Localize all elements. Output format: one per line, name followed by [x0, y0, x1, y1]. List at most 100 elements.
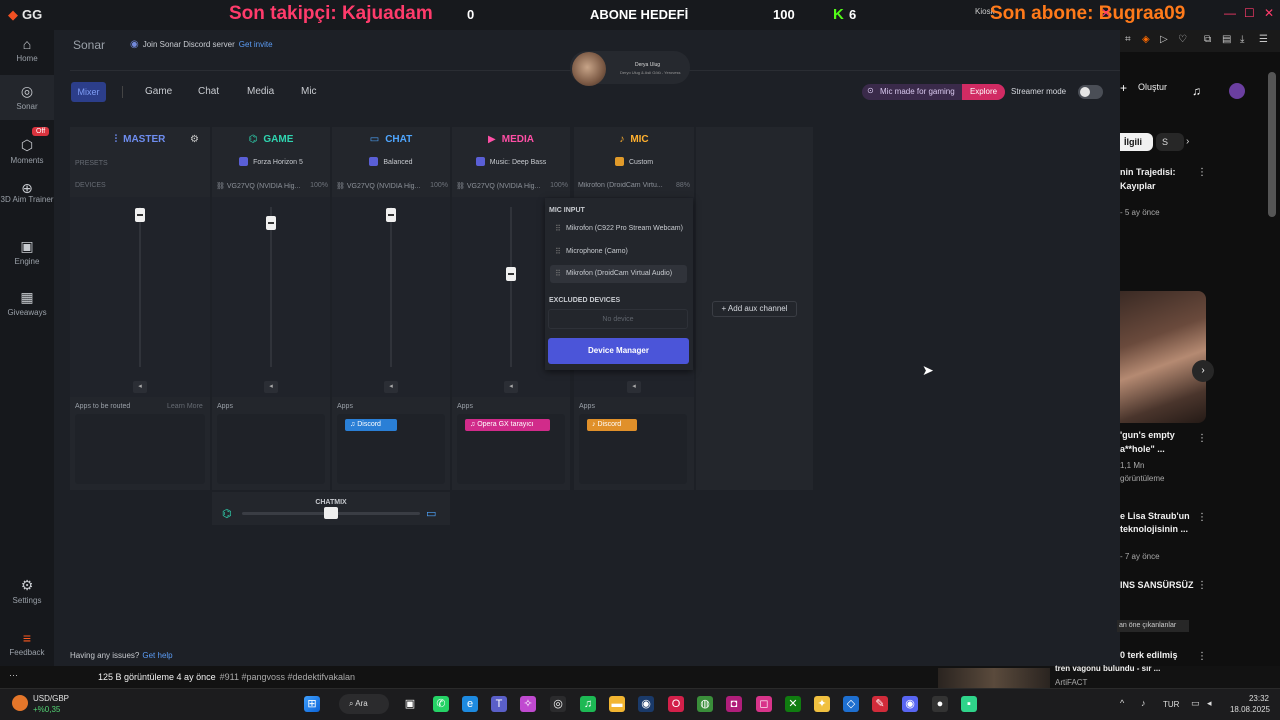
device-manager-button[interactable]: Device Manager	[548, 338, 689, 364]
opera-icon[interactable]: O	[668, 696, 684, 712]
edge-icon[interactable]: e	[462, 696, 478, 712]
chat-volume-slider[interactable]	[386, 208, 396, 222]
app-icon[interactable]: ●	[932, 696, 948, 712]
chip-other[interactable]: S	[1156, 133, 1184, 151]
mic-device[interactable]: Mikrofon (DroidCam Virtu... 88%	[578, 182, 690, 189]
clock-date[interactable]: 18.08.2025	[1222, 705, 1270, 714]
monitor-icon[interactable]: ▭	[1191, 698, 1200, 709]
chevron-up-icon[interactable]: ^	[1120, 698, 1124, 708]
app-icon[interactable]: ▪	[961, 696, 977, 712]
sidebar-item-settings[interactable]: ⚙ Settings	[0, 577, 54, 605]
video-title[interactable]: tren vagonu bulundu - sır ...	[1055, 664, 1160, 673]
media-mute-icon[interactable]: ◂	[504, 381, 518, 393]
highlight-chip[interactable]: an öne çıkanlanlar	[1117, 620, 1189, 632]
video-title[interactable]: nin Trajedisi:	[1120, 167, 1176, 177]
video-thumbnail[interactable]	[938, 668, 1050, 688]
video-title[interactable]: a**hole" ...	[1120, 444, 1165, 454]
get-invite-link[interactable]: Get invite	[239, 40, 273, 49]
more-icon[interactable]: ⋮	[1197, 651, 1207, 662]
create-button[interactable]: Oluştur	[1138, 82, 1167, 92]
more-icon[interactable]: ⋮	[1197, 512, 1207, 523]
chatmix-slider[interactable]	[324, 507, 338, 519]
sonar-icon[interactable]: ◎	[550, 696, 566, 712]
mic-input-option[interactable]: Mikrofon (C922 Pro Stream Webcam)	[550, 220, 687, 238]
chevron-right-icon[interactable]: ›	[1186, 136, 1189, 147]
video-title[interactable]: INS SANSÜRSÜZ	[1120, 580, 1194, 590]
master-mute-icon[interactable]: ◂	[133, 381, 147, 393]
sidebar-item-aim-trainer[interactable]: ⊕ 3D Aim Trainer	[0, 181, 54, 204]
taskbar-search[interactable]: ⌕ Ara	[339, 694, 389, 714]
bag-icon[interactable]: ▤	[1222, 34, 1231, 45]
sidebar-item-home[interactable]: ⌂ Home	[0, 36, 54, 63]
video-title[interactable]: Kayıplar	[1120, 181, 1156, 191]
master-settings-icon[interactable]: ⚙	[190, 134, 199, 145]
whatsapp-icon[interactable]: ✆	[433, 696, 449, 712]
video-title[interactable]: 'gun's empty	[1120, 430, 1175, 440]
chat-device[interactable]: ⛓ VG27VQ (NVIDIA Hig... 100%	[336, 182, 448, 190]
download-icon[interactable]: ⤓	[1240, 34, 1244, 45]
steam-icon[interactable]: ◉	[638, 696, 654, 712]
avatar[interactable]	[1229, 83, 1245, 99]
sidebar-item-engine[interactable]: ▣ Engine	[0, 238, 54, 266]
instagram-icon[interactable]: ◻	[756, 696, 772, 712]
tab-mic[interactable]: Mic	[301, 86, 317, 97]
sidebar-item-moments[interactable]: ⬡ Moments	[0, 137, 54, 165]
task-view-icon[interactable]: ▣	[402, 696, 418, 712]
add-aux-channel-button[interactable]: + Add aux channel	[712, 301, 797, 317]
volume-icon[interactable]: ◂	[1207, 698, 1212, 709]
mic-mute-icon[interactable]: ◂	[627, 381, 641, 393]
vscode-icon[interactable]: ◇	[843, 696, 859, 712]
clock-time[interactable]: 23:32	[1229, 694, 1269, 703]
video-title[interactable]: teknolojisinin ...	[1120, 524, 1188, 534]
video-tags[interactable]: #911 #pangvoss #dedektifvakalan	[220, 672, 355, 682]
app-icon[interactable]: ◘	[726, 696, 742, 712]
game-device[interactable]: ⛓ VG27VQ (NVIDIA Hig... 100%	[216, 182, 328, 190]
video-title[interactable]: e Lisa Straub'un	[1120, 511, 1190, 521]
learn-more-link[interactable]: Learn More	[167, 403, 203, 410]
more-icon[interactable]: ⋮	[1197, 580, 1207, 591]
master-volume-slider[interactable]	[135, 208, 145, 222]
spotify-icon[interactable]: ♫	[580, 696, 596, 712]
chat-mute-icon[interactable]: ◂	[384, 381, 398, 393]
sidebar-item-sonar[interactable]: ◎ Sonar	[0, 75, 54, 120]
heart-icon[interactable]: ♡	[1178, 34, 1187, 45]
obs-icon[interactable]: ✎	[872, 696, 888, 712]
close-icon[interactable]: ✕	[1101, 6, 1111, 20]
maximize-icon[interactable]: ☐	[1244, 6, 1255, 20]
folder-icon[interactable]: ▬	[609, 696, 625, 712]
more-icon[interactable]: ···	[9, 670, 18, 680]
language-indicator[interactable]: TUR	[1163, 700, 1179, 709]
chip-related[interactable]: İlgili	[1120, 133, 1153, 151]
menu-icon[interactable]: ☰	[1259, 34, 1268, 45]
chat-preset[interactable]: Balanced	[332, 157, 450, 166]
tab-media[interactable]: Media	[247, 86, 274, 97]
bulb-icon[interactable]: ✦	[814, 696, 830, 712]
media-app-opera[interactable]: ♫ Opera GX tarayıcı	[465, 419, 550, 431]
video-title[interactable]: 0 terk edilmiş	[1120, 650, 1178, 660]
media-device[interactable]: ⛓ VG27VQ (NVIDIA Hig... 100%	[456, 182, 568, 190]
play-icon[interactable]: ▷	[1160, 34, 1168, 45]
copilot-icon[interactable]: ✧	[520, 696, 536, 712]
close-window-icon[interactable]: ✕	[1264, 6, 1274, 20]
microphone-icon[interactable]: ♪	[1141, 698, 1146, 708]
get-help-link[interactable]: Get help	[142, 651, 172, 660]
game-preset[interactable]: Forza Horizon 5	[212, 157, 330, 166]
mic-app-discord[interactable]: ♪ Discord	[587, 419, 638, 431]
tab-chat[interactable]: Chat	[198, 86, 219, 97]
channel-name[interactable]: ArtiFACT	[1055, 678, 1087, 687]
sidebar-item-giveaways[interactable]: ▦ Giveaways	[0, 289, 54, 317]
teams-icon[interactable]: T	[491, 696, 507, 712]
more-icon[interactable]: ⋮	[1197, 433, 1207, 444]
windows-start-icon[interactable]: ⊞	[304, 696, 320, 712]
chevron-right-icon[interactable]: ›	[1192, 360, 1214, 382]
game-volume-slider[interactable]	[266, 216, 276, 230]
discord-icon[interactable]: ◉	[902, 696, 918, 712]
chat-app-discord[interactable]: ♫ Discord	[345, 419, 397, 431]
mic-preset[interactable]: Custom	[574, 157, 694, 166]
explore-button[interactable]: Explore	[962, 84, 1005, 100]
game-mute-icon[interactable]: ◂	[264, 381, 278, 393]
chrome-icon[interactable]: ◍	[697, 696, 713, 712]
scrollbar[interactable]	[1268, 72, 1276, 217]
tab-game[interactable]: Game	[145, 86, 172, 97]
mic-input-option-selected[interactable]: Mikrofon (DroidCam Virtual Audio)	[550, 265, 687, 283]
